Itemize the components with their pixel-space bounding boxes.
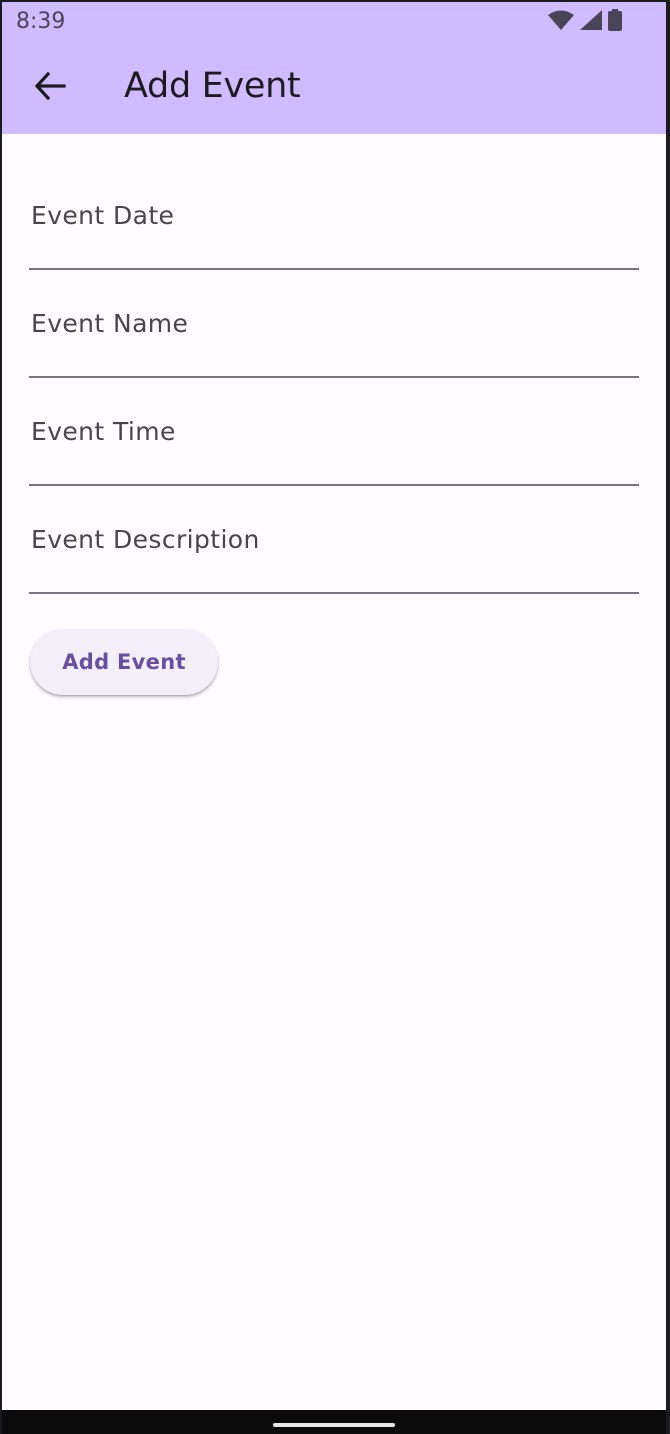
event-description-field[interactable] xyxy=(29,486,639,594)
status-icons xyxy=(548,8,622,36)
arrow-left-icon xyxy=(34,71,66,105)
phone-screen: 8:39 Add Event Event Date Event Name Eve… xyxy=(0,0,670,1434)
cellular-signal-icon xyxy=(580,9,602,35)
header-region: 8:39 Add Event xyxy=(2,2,666,134)
home-gesture-handle[interactable] xyxy=(273,1423,395,1427)
status-bar: 8:39 xyxy=(2,2,666,42)
device-frame-top xyxy=(0,0,670,2)
battery-icon xyxy=(608,8,622,36)
app-bar: Add Event xyxy=(2,42,666,134)
device-frame-right xyxy=(666,0,670,1434)
event-time-input[interactable] xyxy=(29,378,639,484)
page-title: Add Event xyxy=(124,66,301,106)
event-date-input[interactable] xyxy=(29,162,639,268)
navigation-bar xyxy=(0,1410,670,1434)
add-event-form: Add Event xyxy=(2,134,666,1410)
wifi-icon xyxy=(548,10,574,35)
add-event-button[interactable]: Add Event xyxy=(30,629,218,695)
status-time: 8:39 xyxy=(16,9,66,34)
event-date-field[interactable] xyxy=(29,162,639,270)
event-description-input[interactable] xyxy=(29,486,639,592)
device-frame-left xyxy=(0,0,2,1434)
event-time-field[interactable] xyxy=(29,378,639,486)
event-name-input[interactable] xyxy=(29,270,639,376)
event-name-field[interactable] xyxy=(29,270,639,378)
back-button[interactable] xyxy=(26,64,74,112)
